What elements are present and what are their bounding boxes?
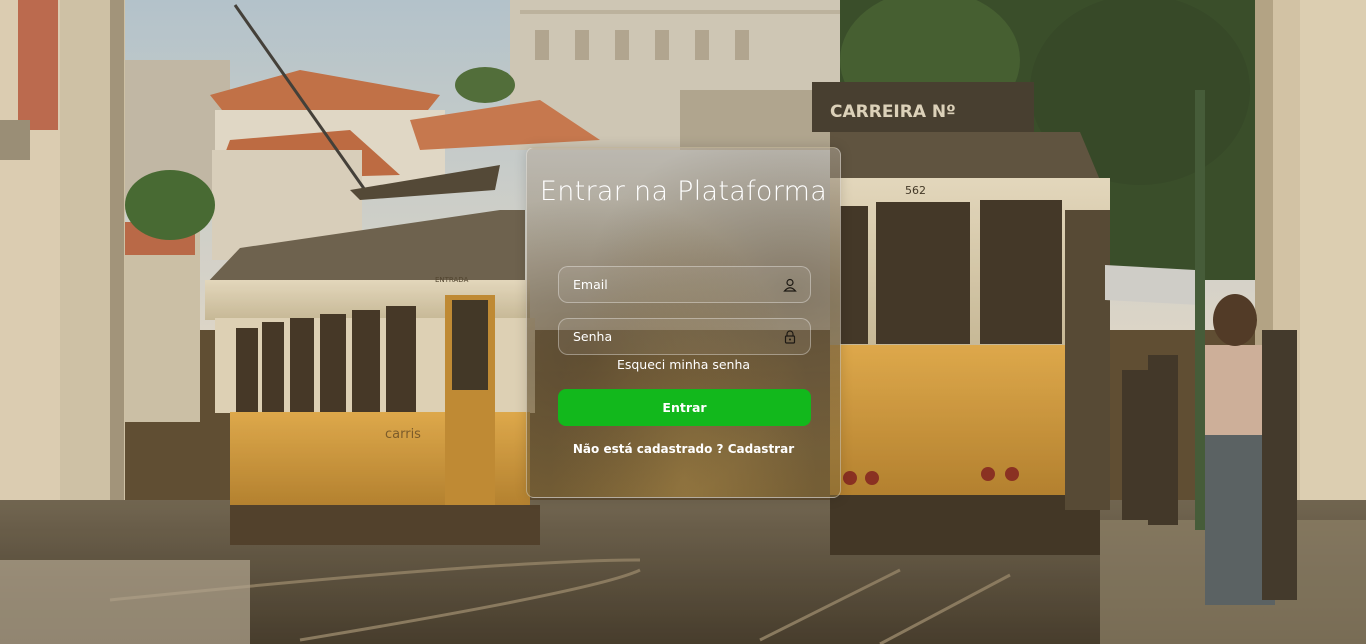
password-field — [558, 318, 811, 355]
register-link[interactable]: Cadastrar — [728, 442, 794, 456]
password-input[interactable] — [573, 329, 782, 344]
register-prompt: Não está cadastrado ? Cadastrar — [527, 442, 840, 456]
register-prompt-text: Não está cadastrado ? — [572, 442, 724, 456]
login-card: Entrar na Plataforma Esqueci minha senha… — [526, 147, 841, 498]
forgot-password-link[interactable]: Esqueci minha senha — [527, 357, 840, 372]
login-title: Entrar na Plataforma — [539, 176, 828, 207]
email-input[interactable] — [573, 277, 782, 292]
lock-icon — [782, 329, 798, 345]
user-icon — [782, 277, 798, 293]
email-field — [558, 266, 811, 303]
login-button[interactable]: Entrar — [558, 389, 811, 426]
